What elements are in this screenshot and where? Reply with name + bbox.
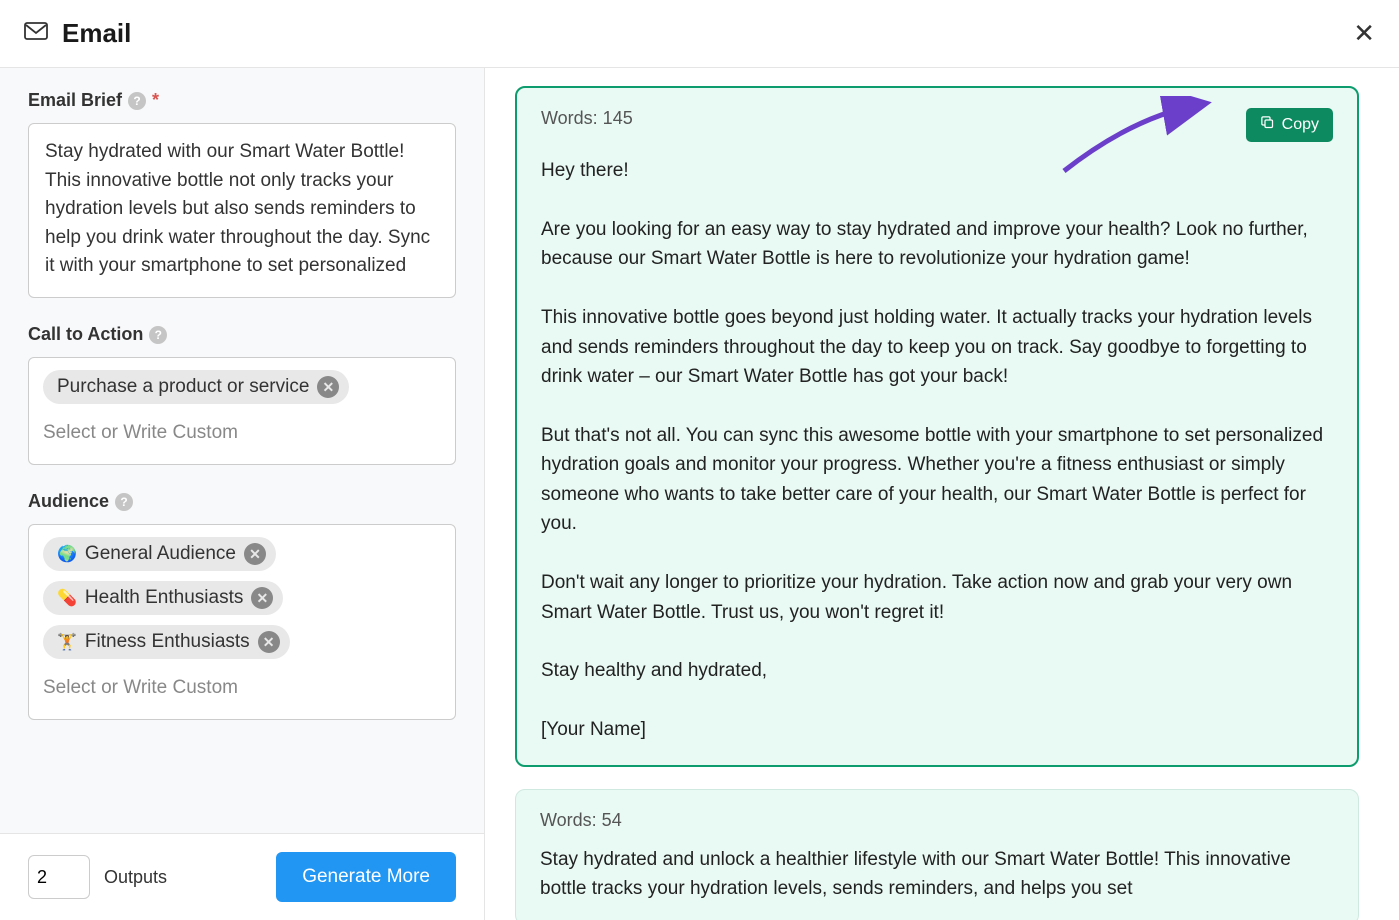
- audience-tag: 🏋️ Fitness Enthusiasts ✕: [43, 625, 290, 659]
- audience-label: Audience ?: [28, 491, 456, 512]
- help-icon[interactable]: ?: [115, 493, 133, 511]
- output-body: Hey there! Are you looking for an easy w…: [541, 156, 1333, 745]
- form-scroll[interactable]: Email Brief ? * Call to Action ? Purchas…: [0, 68, 484, 833]
- audience-placeholder[interactable]: Select or Write Custom: [43, 669, 441, 707]
- envelope-icon: [24, 22, 48, 45]
- outputs-count-input[interactable]: [28, 855, 90, 899]
- help-icon[interactable]: ?: [149, 326, 167, 344]
- tag-remove-icon[interactable]: ✕: [244, 543, 266, 565]
- help-icon[interactable]: ?: [128, 92, 146, 110]
- output-card[interactable]: Words: 54 Stay hydrated and unlock a hea…: [515, 789, 1359, 920]
- cta-label-text: Call to Action: [28, 324, 143, 345]
- output-panel: Words: 145 Copy Hey there! Are you looki…: [485, 68, 1399, 920]
- audience-tag-label: General Audience: [85, 543, 236, 565]
- output-body: Stay hydrated and unlock a healthier lif…: [540, 845, 1334, 904]
- audience-tag: 🌍 General Audience ✕: [43, 537, 276, 571]
- close-icon[interactable]: ✕: [1353, 18, 1375, 49]
- output-card[interactable]: Words: 145 Copy Hey there! Are you looki…: [515, 86, 1359, 767]
- word-count: Words: 145: [541, 108, 633, 129]
- audience-label-text: Audience: [28, 491, 109, 512]
- copy-icon: [1260, 115, 1275, 135]
- audience-input[interactable]: 🌍 General Audience ✕ 💊 Health Enthusiast…: [28, 524, 456, 720]
- tag-remove-icon[interactable]: ✕: [258, 631, 280, 653]
- cta-tag: Purchase a product or service ✕: [43, 370, 349, 404]
- form-footer: Outputs Generate More: [0, 833, 484, 920]
- cta-tag-label: Purchase a product or service: [57, 376, 309, 398]
- required-indicator: *: [152, 90, 159, 111]
- tag-remove-icon[interactable]: ✕: [251, 587, 273, 609]
- email-brief-label-text: Email Brief: [28, 90, 122, 111]
- copy-button-label: Copy: [1282, 116, 1319, 134]
- audience-tag: 💊 Health Enthusiasts ✕: [43, 581, 283, 615]
- form-panel: Email Brief ? * Call to Action ? Purchas…: [0, 68, 485, 920]
- header: Email ✕: [0, 0, 1399, 68]
- audience-tag-label: Fitness Enthusiasts: [85, 631, 250, 653]
- weightlift-icon: 🏋️: [57, 632, 77, 652]
- globe-icon: 🌍: [57, 544, 77, 564]
- audience-tag-label: Health Enthusiasts: [85, 587, 243, 609]
- word-count: Words: 54: [540, 810, 622, 831]
- outputs-label: Outputs: [104, 867, 262, 888]
- pill-icon: 💊: [57, 588, 77, 608]
- page-title: Email: [62, 18, 131, 49]
- email-brief-input[interactable]: [33, 128, 451, 288]
- tag-remove-icon[interactable]: ✕: [317, 376, 339, 398]
- generate-more-button[interactable]: Generate More: [276, 852, 456, 902]
- copy-button[interactable]: Copy: [1246, 108, 1333, 142]
- cta-placeholder[interactable]: Select or Write Custom: [43, 414, 441, 452]
- cta-input[interactable]: Purchase a product or service ✕ Select o…: [28, 357, 456, 465]
- cta-label: Call to Action ?: [28, 324, 456, 345]
- email-brief-label: Email Brief ? *: [28, 90, 456, 111]
